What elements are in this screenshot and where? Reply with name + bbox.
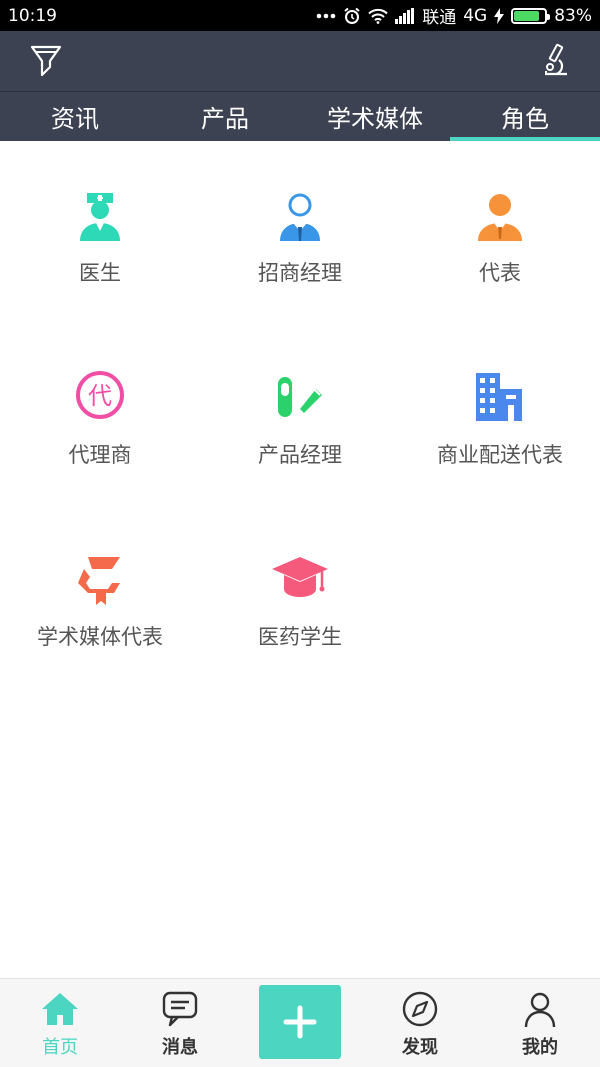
nav-messages[interactable]: 消息 <box>120 979 240 1067</box>
pill-icon <box>270 365 330 425</box>
role-agent[interactable]: 代 代理商 <box>0 323 200 505</box>
businessman-icon <box>270 183 330 243</box>
nurse-icon <box>70 183 130 243</box>
nav-discover-label: 发现 <box>402 1037 438 1058</box>
tab-products[interactable]: 产品 <box>150 92 300 141</box>
status-time: 10:19 <box>8 5 57 26</box>
role-investment-manager[interactable]: 招商经理 <box>200 141 400 323</box>
book-icon <box>70 547 130 607</box>
role-pharmacy-student[interactable]: 医药学生 <box>200 505 400 687</box>
agent-glyph: 代 <box>88 382 112 410</box>
microscope-icon[interactable] <box>536 43 572 79</box>
tab-roles[interactable]: 角色 <box>450 92 600 141</box>
role-label: 医生 <box>79 261 121 285</box>
filter-icon[interactable] <box>28 43 64 79</box>
network-label: 4G <box>463 5 488 26</box>
role-academic-media-rep[interactable]: 学术媒体代表 <box>0 505 200 687</box>
signal-icon <box>395 7 415 24</box>
tab-bar: 资讯 产品 学术媒体 角色 <box>0 91 600 141</box>
battery-icon <box>511 7 551 24</box>
tab-news[interactable]: 资讯 <box>0 92 150 141</box>
battery-fill <box>514 10 540 21</box>
add-button[interactable] <box>259 985 341 1059</box>
status-bar: 10:19 联通 4G 83% <box>0 0 600 31</box>
role-label: 商业配送代表 <box>437 443 563 467</box>
role-distribution-rep[interactable]: 商业配送代表 <box>400 323 600 505</box>
nav-mine[interactable]: 我的 <box>480 979 600 1067</box>
nav-discover[interactable]: 发现 <box>360 979 480 1067</box>
user-icon <box>520 989 560 1029</box>
more-dots-icon <box>316 13 336 19</box>
alarm-icon <box>343 7 361 25</box>
compass-icon <box>400 989 440 1029</box>
role-product-manager[interactable]: 产品经理 <box>200 323 400 505</box>
message-icon <box>160 989 200 1029</box>
role-representative[interactable]: 代表 <box>400 141 600 323</box>
status-indicators: 联通 4G 83% <box>316 3 592 28</box>
nav-home-label: 首页 <box>42 1037 78 1058</box>
charging-icon <box>494 7 505 24</box>
role-label: 学术媒体代表 <box>37 625 163 649</box>
home-icon <box>40 989 80 1029</box>
graduation-cap-icon <box>270 547 330 607</box>
nav-messages-label: 消息 <box>162 1037 198 1058</box>
role-label: 招商经理 <box>258 261 342 285</box>
carrier-label: 联通 <box>422 8 457 28</box>
nav-home[interactable]: 首页 <box>0 979 120 1067</box>
agent-icon: 代 <box>70 365 130 425</box>
role-label: 医药学生 <box>258 625 342 649</box>
tab-academic-media[interactable]: 学术媒体 <box>300 92 450 141</box>
representative-icon <box>470 183 530 243</box>
role-doctor[interactable]: 医生 <box>0 141 200 323</box>
building-icon <box>470 365 530 425</box>
bottom-nav: 首页 消息 发现 我的 <box>0 978 600 1067</box>
plus-icon <box>283 1005 317 1039</box>
top-bar <box>0 31 600 91</box>
role-label: 代表 <box>479 261 521 285</box>
role-label: 代理商 <box>68 443 132 467</box>
battery-percent: 83% <box>554 5 592 26</box>
nav-mine-label: 我的 <box>522 1037 558 1058</box>
role-label: 产品经理 <box>258 443 342 467</box>
wifi-icon <box>368 8 388 24</box>
